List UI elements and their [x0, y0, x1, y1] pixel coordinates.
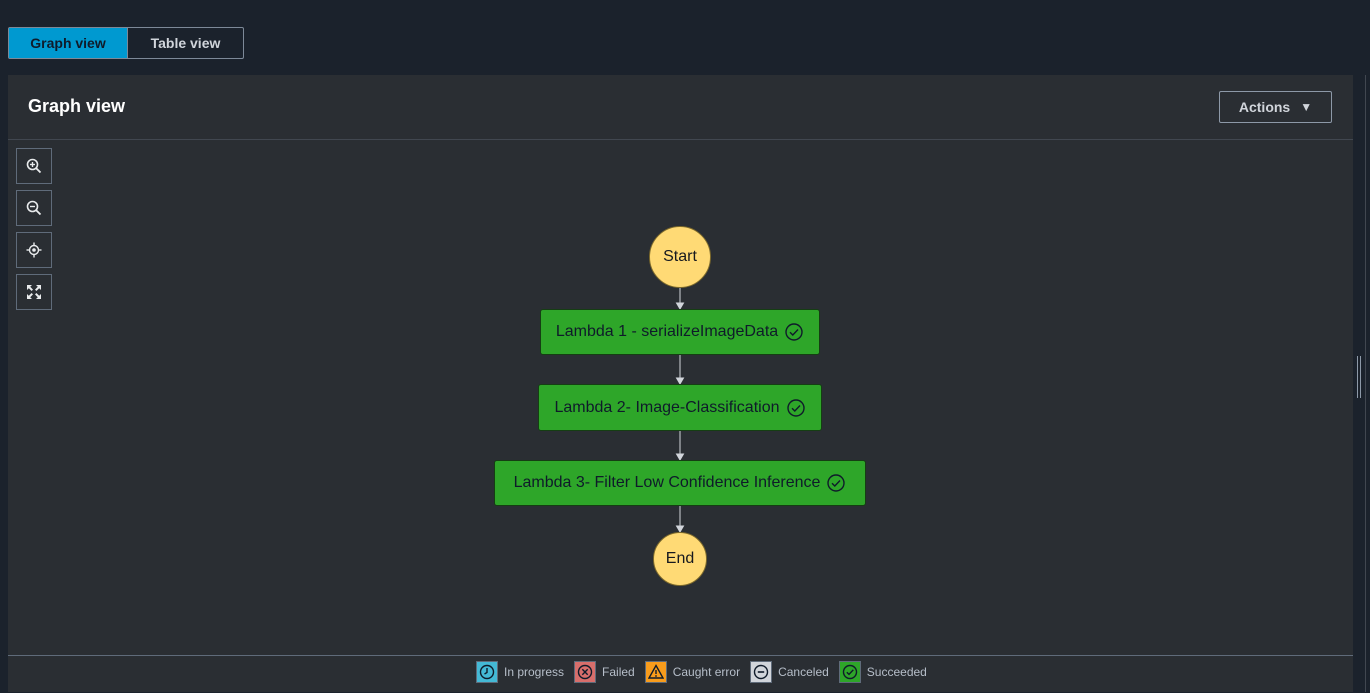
legend-label: Canceled — [778, 665, 829, 679]
warning-icon — [644, 661, 667, 683]
state-node-lambda-3[interactable]: Lambda 3- Filter Low Confidence Inferenc… — [494, 460, 866, 506]
tab-graph-view[interactable]: Graph view — [9, 28, 127, 58]
state-node-lambda-1[interactable]: Lambda 1 - serializeImageData — [540, 309, 820, 355]
state-node-lambda-2[interactable]: Lambda 2- Image-Classification — [538, 384, 822, 431]
legend-label: In progress — [504, 665, 565, 679]
status-legend: In progress Failed Caught error Canceled — [476, 661, 937, 683]
check-circle-icon — [838, 661, 861, 683]
state-label: Lambda 1 - serializeImageData — [555, 323, 779, 340]
start-node[interactable]: Start — [649, 226, 711, 288]
legend-item-canceled: Canceled — [750, 661, 829, 683]
end-node[interactable]: End — [653, 532, 707, 586]
check-circle-icon — [786, 398, 806, 418]
legend-label: Failed — [602, 665, 635, 679]
state-label: Lambda 3- Filter Low Confidence Inferenc… — [513, 474, 821, 491]
panel-right-border — [1365, 75, 1366, 692]
legend-label: Caught error — [672, 665, 741, 679]
legend-label: Succeeded — [866, 665, 927, 679]
check-circle-icon — [826, 473, 846, 493]
legend-item-caught-error: Caught error — [644, 661, 741, 683]
legend-item-failed: Failed — [574, 661, 635, 683]
end-label: End — [665, 550, 695, 567]
graph-panel: Graph view Actions ▼ Start Lambda 1 - se… — [8, 75, 1353, 692]
tab-table-view[interactable]: Table view — [127, 28, 243, 58]
resize-handle[interactable] — [1357, 356, 1363, 398]
view-tabs: Graph view Table view — [8, 27, 244, 59]
legend-item-in-progress: In progress — [476, 661, 564, 683]
minus-circle-icon — [750, 661, 773, 683]
legend-item-succeeded: Succeeded — [838, 661, 927, 683]
check-circle-icon — [784, 322, 804, 342]
x-circle-icon — [574, 661, 597, 683]
clock-icon — [476, 661, 498, 683]
state-label: Lambda 2- Image-Classification — [554, 398, 780, 416]
start-label: Start — [663, 248, 697, 265]
legend-bar: In progress Failed Caught error Canceled — [8, 655, 1353, 693]
